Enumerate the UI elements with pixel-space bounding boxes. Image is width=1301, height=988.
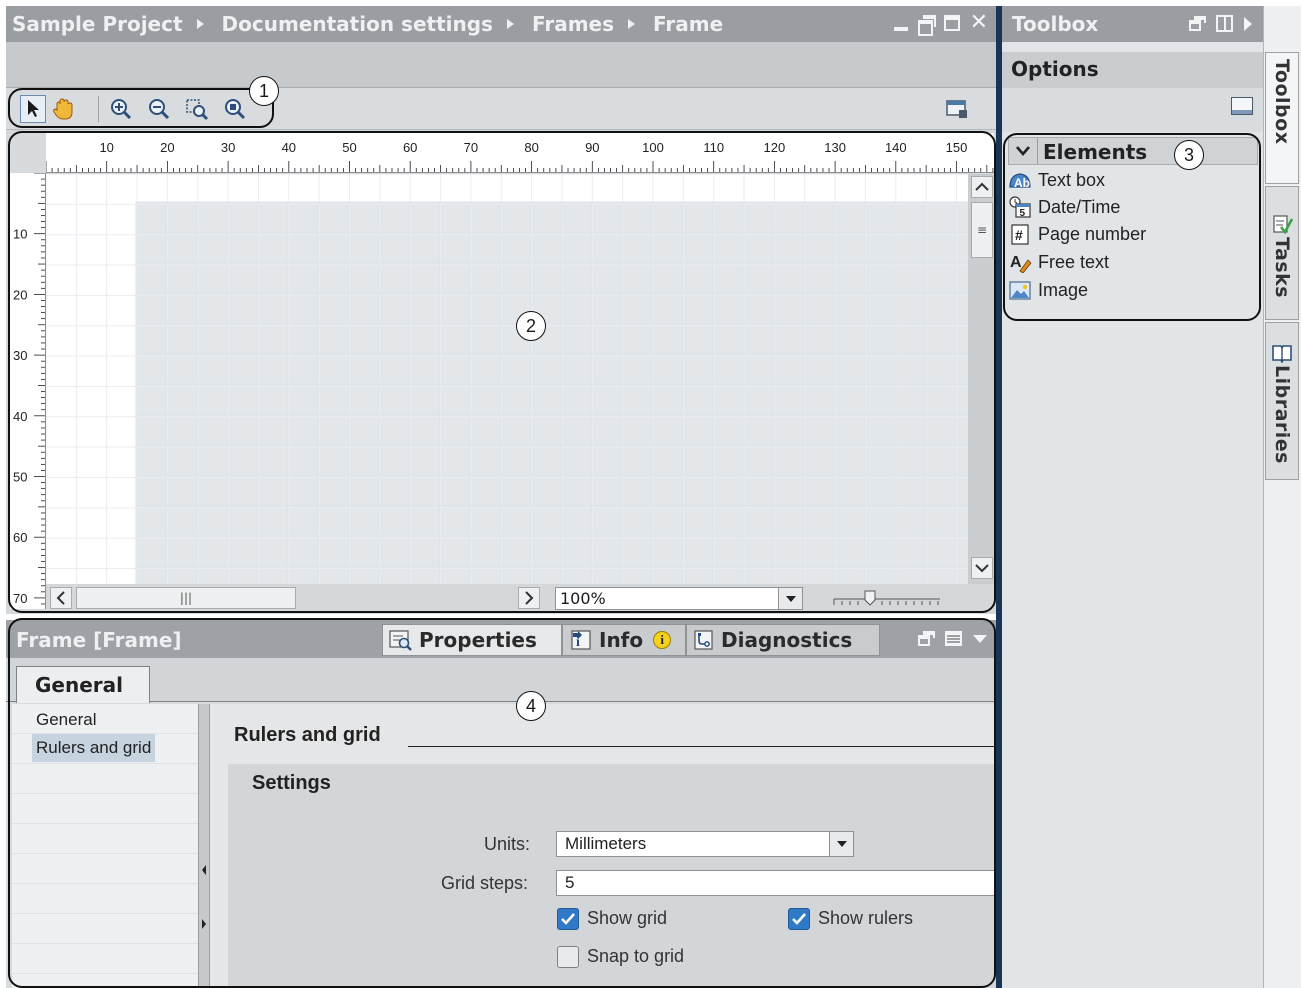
breadcrumb: Sample Project Documentation settings Fr…	[12, 6, 723, 42]
callout-1: 1	[249, 76, 279, 106]
side-tab-libraries-label: Libraries	[1271, 364, 1293, 464]
window-controls: ✕	[893, 12, 988, 36]
panel-view-icon[interactable]	[1231, 97, 1253, 115]
inspector-callout-frame	[8, 618, 996, 988]
side-tab-tasks-label: Tasks	[1271, 237, 1293, 299]
side-tab-toolbox[interactable]: Toolbox	[1265, 52, 1299, 184]
toolbox-title: Toolbox	[1012, 12, 1099, 36]
breadcrumb-arrow-icon	[506, 19, 514, 29]
layout-settings-icon[interactable]	[944, 95, 970, 123]
maximize-icon[interactable]	[943, 15, 960, 31]
close-icon[interactable]: ✕	[970, 12, 988, 34]
split-pane-icon[interactable]	[1216, 15, 1233, 32]
breadcrumb-arrow-icon	[628, 19, 636, 29]
breadcrumb-item-documentation-settings[interactable]: Documentation settings	[222, 12, 493, 36]
libraries-icon	[1272, 344, 1292, 363]
callout-4: 4	[516, 691, 546, 721]
side-tab-tasks[interactable]: Tasks	[1265, 186, 1299, 320]
options-bar	[1002, 88, 1263, 132]
breadcrumb-item-frames[interactable]: Frames	[532, 12, 614, 36]
chevron-right-icon[interactable]	[1243, 16, 1253, 32]
restore-window-icon[interactable]	[917, 15, 936, 36]
minimize-icon[interactable]	[893, 27, 908, 31]
breadcrumb-item-project[interactable]: Sample Project	[12, 12, 183, 36]
toolbar-callout-frame	[8, 88, 274, 128]
callout-2: 2	[516, 311, 546, 341]
side-tab-libraries[interactable]: Libraries	[1265, 322, 1299, 480]
breadcrumb-arrow-icon	[196, 19, 204, 29]
callout-3: 3	[1174, 140, 1204, 170]
editor-title-bar: Sample Project Documentation settings Fr…	[6, 6, 996, 42]
breadcrumb-item-frame[interactable]: Frame	[653, 12, 723, 36]
restore-window-icon[interactable]	[1189, 16, 1206, 31]
tasks-icon	[1273, 215, 1293, 235]
options-header[interactable]: Options	[1002, 52, 1263, 88]
side-tab-toolbox-label: Toolbox	[1271, 59, 1293, 145]
toolbox-title-bar: Toolbox	[1002, 6, 1263, 42]
canvas-callout-frame	[8, 131, 996, 613]
elements-callout-frame	[1003, 133, 1261, 321]
toolbox-window-controls	[1189, 15, 1253, 32]
editor-subbar	[6, 42, 996, 88]
